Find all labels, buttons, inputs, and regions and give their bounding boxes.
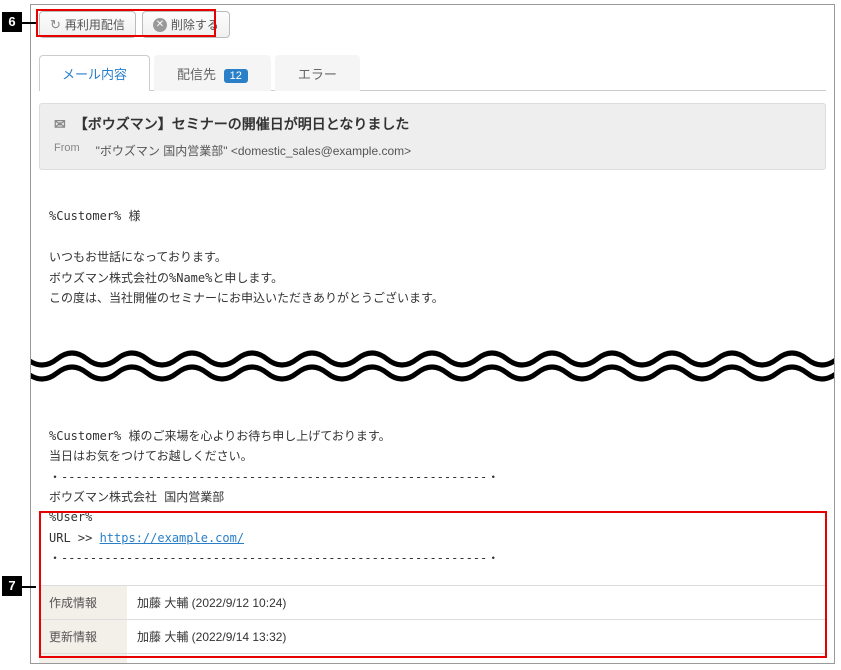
info-table: 作成情報 加藤 大輔 (2022/9/12 10:24) 更新情報 加藤 大輔 … [39, 585, 826, 664]
sent-value: 加藤 大輔 (2022/9/14 14:00) [127, 654, 826, 664]
tab-recipients[interactable]: 配信先 12 [154, 55, 271, 91]
mail-subject: 【ボウズマン】セミナーの開催日が明日となりました [74, 114, 410, 134]
mail-header: ✉ 【ボウズマン】セミナーの開催日が明日となりました From "ボウズマン 国… [39, 103, 826, 170]
info-row-created: 作成情報 加藤 大輔 (2022/9/12 10:24) [39, 586, 826, 620]
created-value: 加藤 大輔 (2022/9/12 10:24) [127, 586, 826, 619]
mail-body-link[interactable]: https://example.com/ [100, 531, 245, 545]
tabs: メール内容 配信先 12 エラー [39, 54, 826, 91]
tab-recipients-label: 配信先 [177, 67, 216, 82]
content-truncation-wave [30, 349, 835, 385]
tab-recipients-badge: 12 [224, 69, 248, 83]
created-label: 作成情報 [39, 586, 127, 619]
from-label: From [54, 142, 80, 159]
info-row-sent: 送信情報 加藤 大輔 (2022/9/14 14:00) [39, 654, 826, 664]
envelope-icon: ✉ [54, 116, 66, 133]
tab-error[interactable]: エラー [275, 55, 360, 91]
mail-body-top: %Customer% 様 いつもお世話になっております。 ボウズマン株式会社の%… [49, 206, 816, 308]
mail-body-bottom-1: %Customer% 様のご来場を心よりお待ち申し上げております。 当日はお気を… [49, 429, 499, 545]
callout-6-line [22, 22, 36, 24]
mail-subject-row: ✉ 【ボウズマン】セミナーの開催日が明日となりました [54, 114, 811, 134]
reload-icon: ↻ [50, 17, 61, 33]
updated-value: 加藤 大輔 (2022/9/14 13:32) [127, 620, 826, 653]
delete-button-label: 削除する [171, 16, 219, 33]
tab-mail-content-label: メール内容 [62, 67, 127, 82]
updated-label: 更新情報 [39, 620, 127, 653]
delete-button[interactable]: ✕ 削除する [142, 11, 230, 38]
from-value: "ボウズマン 国内営業部" <domestic_sales@example.co… [96, 142, 411, 159]
reuse-button-label: 再利用配信 [65, 16, 125, 33]
tab-error-label: エラー [298, 67, 337, 82]
mail-body: %Customer% 様 いつもお世話になっております。 ボウズマン株式会社の%… [49, 186, 816, 569]
callout-6: 6 [2, 12, 22, 32]
close-icon: ✕ [153, 18, 167, 32]
tab-mail-content[interactable]: メール内容 [39, 55, 150, 91]
mail-from-row: From "ボウズマン 国内営業部" <domestic_sales@examp… [54, 142, 811, 159]
callout-7: 7 [2, 576, 22, 596]
toolbar: ↻ 再利用配信 ✕ 削除する [31, 5, 834, 44]
sent-label: 送信情報 [39, 654, 127, 664]
info-row-updated: 更新情報 加藤 大輔 (2022/9/14 13:32) [39, 620, 826, 654]
mail-detail-frame: ↻ 再利用配信 ✕ 削除する メール内容 配信先 12 エラー ✉ 【ボウズマン… [30, 4, 835, 664]
callout-7-line [22, 586, 36, 588]
reuse-button[interactable]: ↻ 再利用配信 [39, 11, 136, 38]
mail-body-bottom-2: ・---------------------------------------… [49, 551, 499, 565]
